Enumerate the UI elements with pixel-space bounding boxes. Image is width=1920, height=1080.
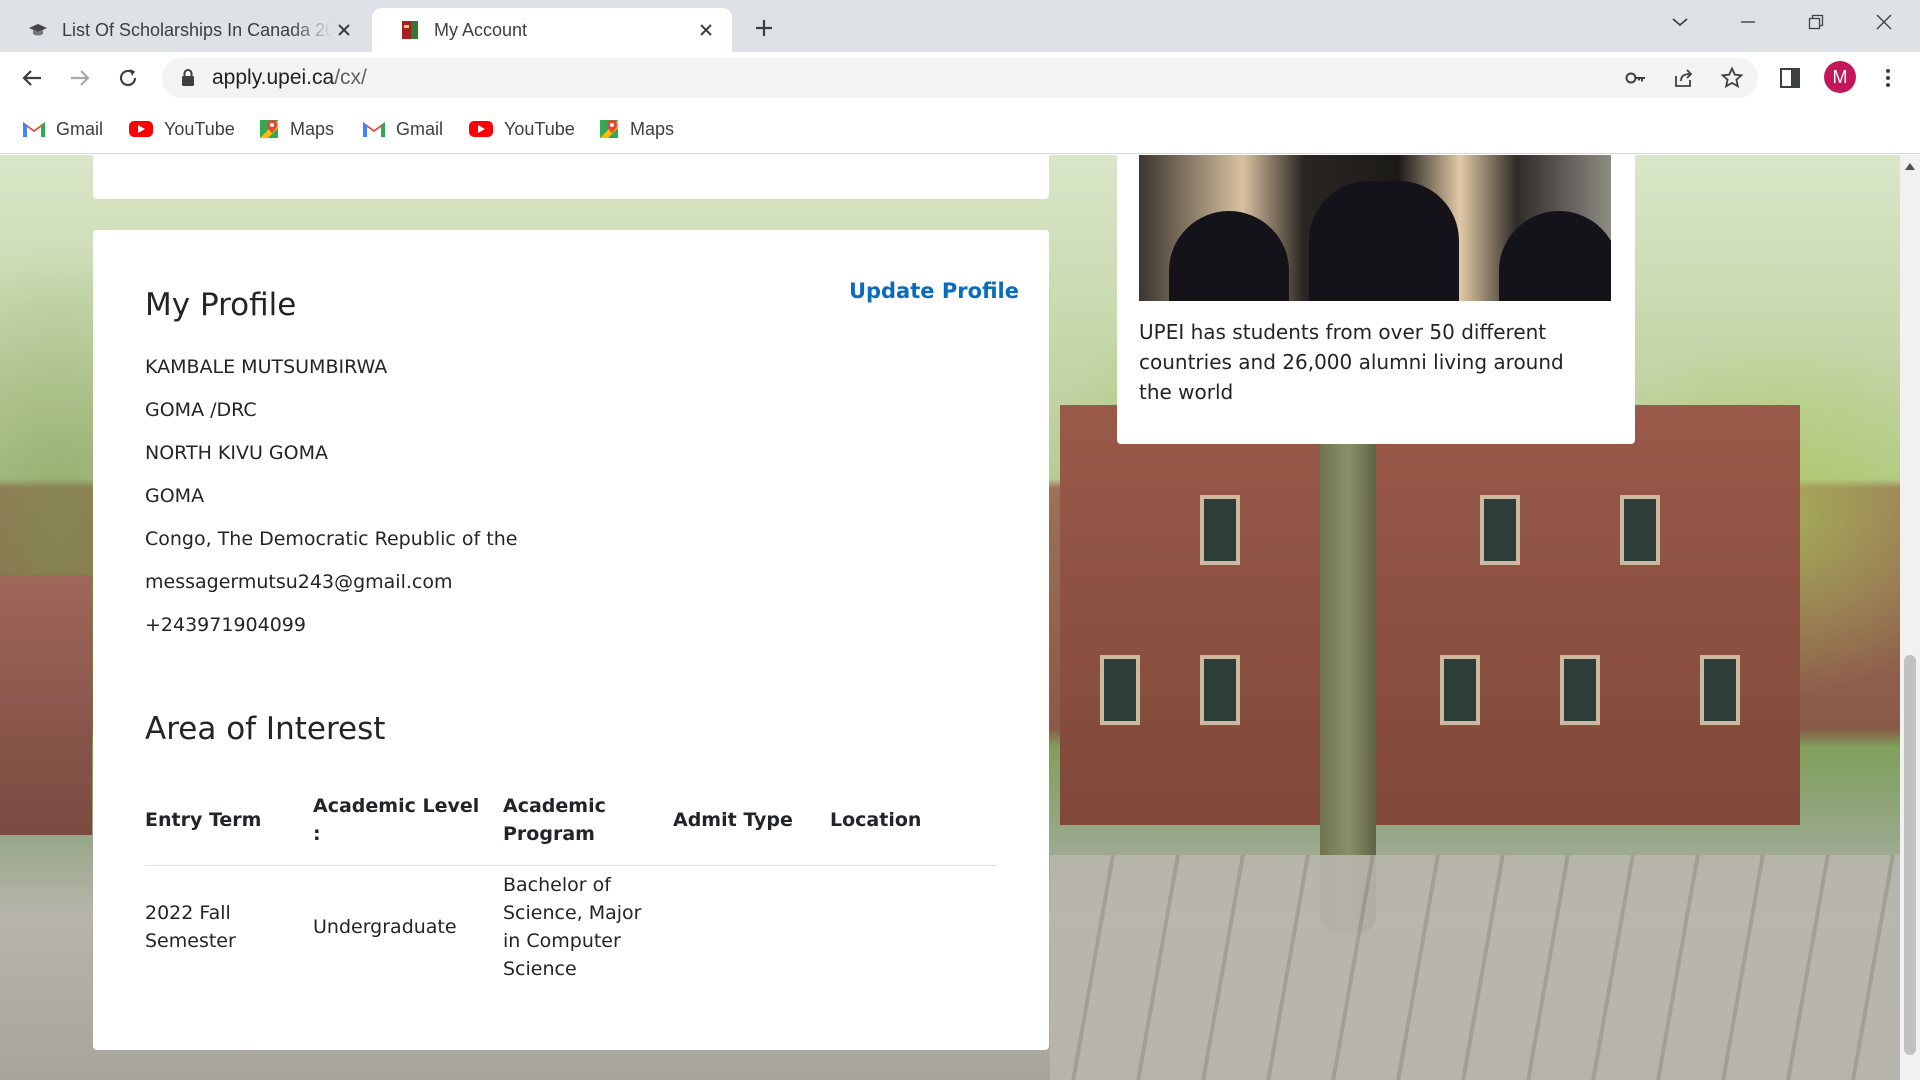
star-icon[interactable] [1720, 66, 1744, 90]
back-button[interactable] [16, 62, 48, 94]
bookmark-label: Gmail [56, 118, 104, 139]
tab-my-account[interactable]: My Account [372, 8, 732, 52]
page-viewport: UPEI has students from over 50 different… [0, 155, 1900, 1080]
profile-name: KAMBALE MUTSUMBIRWA [145, 356, 388, 378]
arrow-left-icon [22, 70, 41, 86]
profile-card: My Profile Update Profile KAMBALE MUTSUM… [93, 230, 1049, 1050]
kebab-menu-icon[interactable] [1876, 66, 1900, 90]
key-icon[interactable] [1624, 66, 1648, 90]
profile-title: My Profile [145, 287, 297, 323]
background-tree [1320, 375, 1376, 935]
new-tab-button[interactable] [748, 12, 780, 44]
page-scrollbar[interactable] [1900, 155, 1920, 1080]
bookmark-maps[interactable]: Maps [258, 114, 334, 144]
update-profile-link[interactable]: Update Profile [849, 279, 1019, 303]
restore-icon [1808, 14, 1824, 30]
cell-admit-type [673, 865, 830, 989]
gmail-icon [23, 122, 45, 137]
profile-country: Congo, The Democratic Republic of the [145, 528, 518, 550]
url-text: apply.upei.ca/cx/ [212, 66, 367, 90]
tab-scholarships[interactable]: List Of Scholarships In Canada 2023 [0, 8, 370, 52]
news-card: UPEI has students from over 50 different… [1117, 155, 1635, 444]
url-host: apply.upei.ca [212, 66, 335, 89]
address-bar[interactable]: apply.upei.ca/cx/ [162, 58, 1758, 98]
side-panel-icon[interactable] [1778, 66, 1802, 90]
bookmark-label: Maps [290, 118, 335, 139]
bookmark-youtube[interactable]: YouTube [468, 114, 575, 144]
column-header-academic-level: Academic Level : [313, 775, 503, 866]
bookmark-label: Gmail [396, 118, 444, 139]
maps-icon [260, 120, 278, 138]
upei-crest-icon [402, 21, 418, 39]
youtube-icon [469, 121, 493, 137]
close-icon[interactable] [694, 18, 718, 42]
background-house [0, 575, 92, 835]
plus-icon [756, 20, 772, 36]
profile-phone: +243971904099 [145, 614, 306, 636]
background-pavement [1050, 855, 1900, 1080]
bookmark-maps[interactable]: Maps [598, 114, 674, 144]
graduation-photo [1139, 155, 1611, 301]
reload-icon [119, 69, 137, 87]
cell-location [830, 865, 997, 989]
scrollbar-thumb[interactable] [1904, 655, 1916, 1055]
column-header-entry-term: Entry Term [145, 775, 313, 866]
bookmark-label: Maps [630, 118, 675, 139]
bookmark-label: YouTube [164, 118, 235, 139]
profile-details: KAMBALE MUTSUMBIRWA GOMA /DRC NORTH KIVU… [145, 354, 517, 655]
profile-email: messagermutsu243@gmail.com [145, 571, 453, 593]
restore-button[interactable] [1796, 8, 1836, 36]
tab-strip: List Of Scholarships In Canada 2023 My A… [0, 0, 1920, 52]
tab-search-button[interactable] [1660, 8, 1700, 36]
news-text: UPEI has students from over 50 different… [1139, 320, 1564, 404]
area-of-interest-table: Entry Term Academic Level : Academic Pro… [145, 775, 997, 989]
browser-toolbar: apply.upei.ca/cx/ M [0, 52, 1920, 104]
tab-title: List Of Scholarships In Canada 2023 [62, 19, 332, 40]
background-building [1060, 405, 1800, 825]
maps-icon [600, 120, 618, 138]
forward-button[interactable] [64, 62, 96, 94]
cell-academic-program: Bachelor of Science, Major in Computer S… [503, 874, 642, 981]
area-of-interest-title: Area of Interest [145, 711, 386, 747]
minimize-button[interactable] [1728, 8, 1768, 36]
gmail-icon [363, 122, 385, 137]
minimize-icon [1741, 21, 1755, 23]
bookmark-gmail[interactable]: Gmail [362, 114, 443, 144]
reload-button[interactable] [112, 62, 144, 94]
avatar[interactable]: M [1824, 61, 1856, 93]
profile-city: GOMA [145, 485, 205, 507]
close-icon [1876, 14, 1892, 30]
column-header-academic-program: Academic Program [503, 775, 673, 866]
cell-entry-term: 2022 Fall Semester [145, 902, 236, 953]
share-icon[interactable] [1672, 66, 1696, 90]
table-header-row: Entry Term Academic Level : Academic Pro… [145, 775, 997, 866]
bookmarks-bar: Gmail YouTube Maps Gmail YouTube Maps [0, 104, 1920, 154]
tab-title: My Account [434, 19, 528, 40]
profile-address-line1: GOMA /DRC [145, 399, 257, 421]
scroll-up-arrow-icon[interactable] [1905, 163, 1915, 170]
close-icon[interactable] [332, 18, 356, 42]
arrow-right-icon [71, 70, 90, 86]
lock-icon [182, 69, 194, 86]
column-header-location: Location [830, 775, 997, 866]
youtube-icon [129, 121, 153, 137]
url-path: /cx/ [334, 66, 367, 89]
bookmark-gmail[interactable]: Gmail [22, 114, 103, 144]
graduation-cap-icon [29, 24, 47, 36]
table-row: 2022 Fall Semester Undergraduate Bachelo… [145, 865, 997, 989]
bookmark-youtube[interactable]: YouTube [128, 114, 235, 144]
cell-academic-level: Undergraduate [313, 916, 457, 939]
previous-card [93, 155, 1049, 199]
window-close-button[interactable] [1864, 8, 1904, 36]
chevron-down-icon [1672, 18, 1688, 27]
column-header-admit-type: Admit Type [673, 775, 830, 866]
profile-address-line2: NORTH KIVU GOMA [145, 442, 328, 464]
bookmark-label: YouTube [504, 118, 575, 139]
